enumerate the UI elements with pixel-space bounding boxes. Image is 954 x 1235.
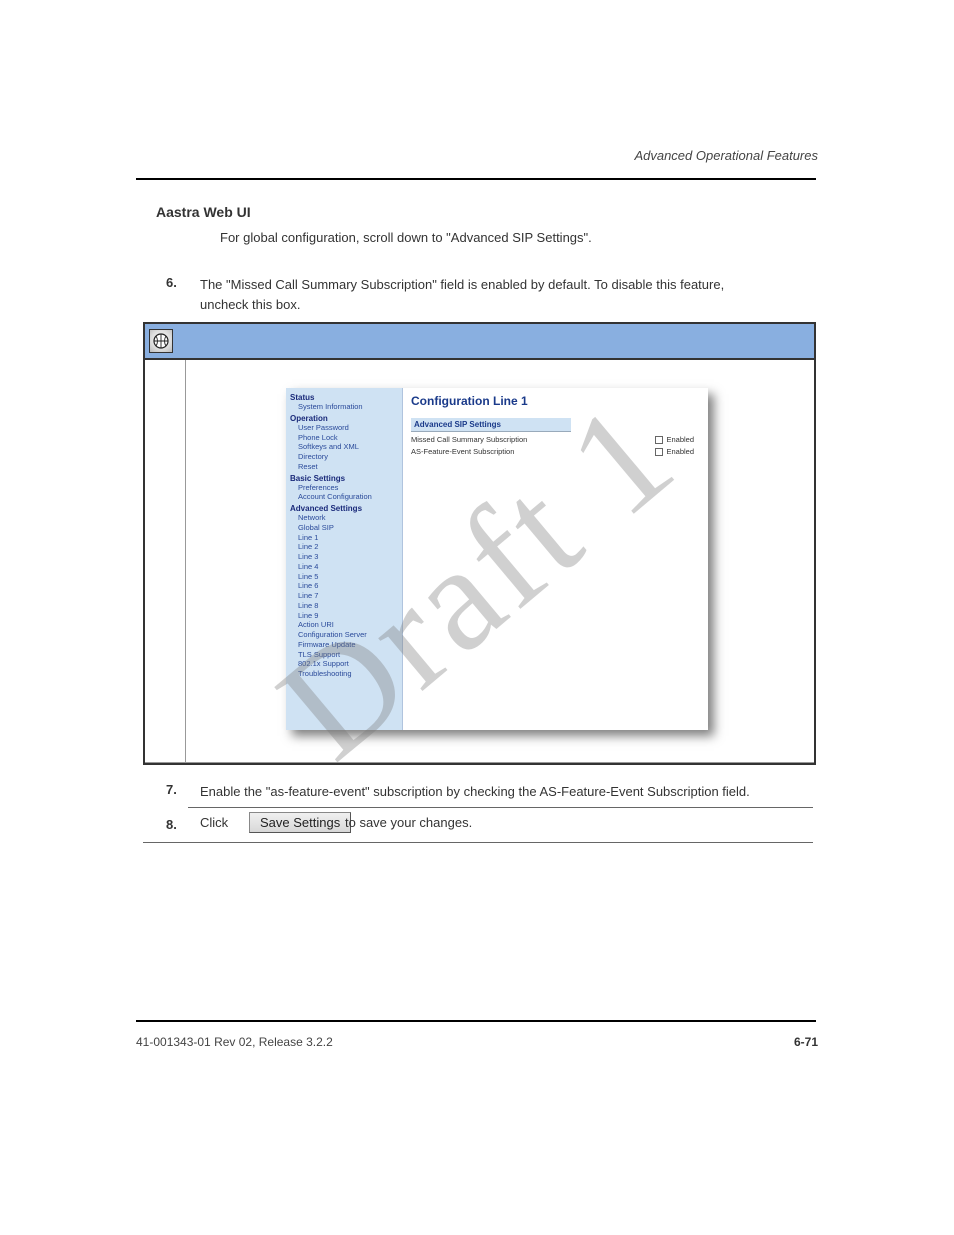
webui-window: Status System Information Operation User…: [143, 322, 816, 765]
footer-rule: [136, 1020, 816, 1022]
nav-item-softkeys[interactable]: Softkeys and XML: [298, 442, 398, 452]
step-7-number: 7.: [166, 782, 177, 797]
nav-section-status: Status: [290, 393, 398, 402]
webui-titlebar: [145, 324, 814, 360]
nav-item-line2[interactable]: Line 2: [298, 542, 398, 552]
step-6-number: 6.: [166, 275, 177, 290]
webui-content: Status System Information Operation User…: [186, 360, 814, 762]
row-separator: [188, 807, 813, 808]
footer-docid: 41-001343-01 Rev 02, Release 3.2.2: [136, 1035, 333, 1049]
step-7-text: Enable the "as-feature-event" subscripti…: [200, 782, 760, 802]
row-separator-bottom: [143, 842, 813, 843]
config-main: Configuration Line 1 Advanced SIP Settin…: [402, 388, 708, 730]
nav-item-line3[interactable]: Line 3: [298, 552, 398, 562]
header-rule: [136, 178, 816, 180]
save-settings-button[interactable]: Save Settings: [249, 812, 351, 833]
nav-item-troubleshoot[interactable]: Troubleshooting: [298, 669, 398, 679]
nav-item-phonelock[interactable]: Phone Lock: [298, 433, 398, 443]
config-nav: Status System Information Operation User…: [286, 388, 402, 730]
missed-call-enabled[interactable]: Enabled: [655, 435, 694, 444]
nav-item-network[interactable]: Network: [298, 513, 398, 523]
step-8-text: to save your changes.: [345, 815, 472, 830]
nav-section-basic: Basic Settings: [290, 474, 398, 483]
missed-call-row: Missed Call Summary Subscription Enabled: [411, 435, 700, 444]
nav-item-line4[interactable]: Line 4: [298, 562, 398, 572]
step-8-click: Click: [200, 815, 228, 830]
nav-item-tlssupport[interactable]: TLS Support: [298, 650, 398, 660]
advanced-sip-section: Advanced SIP Settings: [411, 418, 571, 432]
nav-item-cfgserver[interactable]: Configuration Server: [298, 630, 398, 640]
checkbox-icon: [655, 436, 663, 444]
missed-call-cb-label: Enabled: [666, 435, 694, 444]
nav-item-line8[interactable]: Line 8: [298, 601, 398, 611]
aastra-webui-heading: Aastra Web UI: [156, 204, 251, 220]
nav-item-line7[interactable]: Line 7: [298, 591, 398, 601]
nav-item-line5[interactable]: Line 5: [298, 572, 398, 582]
nav-item-line6[interactable]: Line 6: [298, 581, 398, 591]
nav-item-8021x[interactable]: 802.1x Support: [298, 659, 398, 669]
nav-section-advanced: Advanced Settings: [290, 504, 398, 513]
nav-section-operation: Operation: [290, 414, 398, 423]
asfeature-label: AS-Feature-Event Subscription: [411, 447, 514, 456]
nav-item-reset[interactable]: Reset: [298, 462, 398, 472]
nav-item-line9[interactable]: Line 9: [298, 611, 398, 621]
globe-icon: [149, 329, 173, 353]
doc-section-title: Advanced Operational Features: [634, 148, 818, 163]
checkbox-icon: [655, 448, 663, 456]
missed-call-label: Missed Call Summary Subscription: [411, 435, 527, 444]
nav-item-userpassword[interactable]: User Password: [298, 423, 398, 433]
asfeature-enabled[interactable]: Enabled: [655, 447, 694, 456]
asfeature-cb-label: Enabled: [666, 447, 694, 456]
step-6-text: The "Missed Call Summary Subscription" f…: [200, 275, 760, 314]
nav-item-actionuri[interactable]: Action URI: [298, 620, 398, 630]
nav-item-fwupdate[interactable]: Firmware Update: [298, 640, 398, 650]
nav-item-globalsip[interactable]: Global SIP: [298, 523, 398, 533]
nav-item-preferences[interactable]: Preferences: [298, 483, 398, 493]
webui-left-gutter: [145, 360, 186, 762]
footer-page-number: 6-71: [794, 1035, 818, 1049]
nav-item-line1[interactable]: Line 1: [298, 533, 398, 543]
config-screenshot: Status System Information Operation User…: [286, 388, 708, 730]
nav-item-sysinfo[interactable]: System Information: [298, 402, 398, 412]
nav-item-accountcfg[interactable]: Account Configuration: [298, 492, 398, 502]
asfeature-row: AS-Feature-Event Subscription Enabled: [411, 447, 700, 456]
config-heading: Configuration Line 1: [411, 394, 700, 408]
aastra-body-text: For global configuration, scroll down to…: [220, 228, 780, 248]
nav-item-directory[interactable]: Directory: [298, 452, 398, 462]
step-8-number: 8.: [166, 817, 177, 832]
